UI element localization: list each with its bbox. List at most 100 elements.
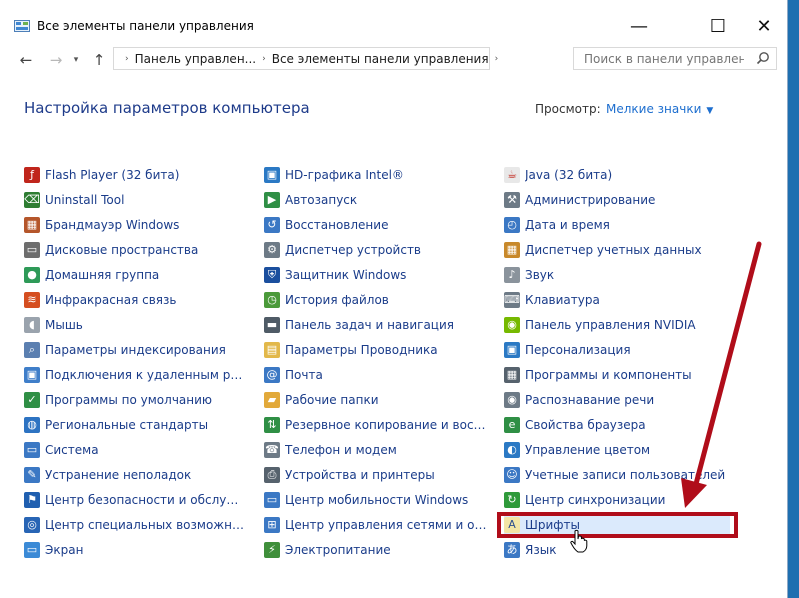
control-panel-item[interactable]: ◉ Распознавание речи xyxy=(504,390,654,410)
control-panel-item[interactable]: ▭ Экран xyxy=(24,540,83,560)
annotation-arrow xyxy=(693,241,762,487)
control-panel-item[interactable]: ▣ Подключения к удаленным рабоч... xyxy=(24,365,248,385)
control-panel-item[interactable]: ▭ Дисковые пространства xyxy=(24,240,198,260)
control-panel-item[interactable]: ⌫ Uninstall Tool xyxy=(24,190,124,210)
control-panel-item[interactable]: ⌨ Клавиатура xyxy=(504,290,600,310)
control-panel-item[interactable]: ✓ Программы по умолчанию xyxy=(24,390,212,410)
mouse-icon: ◖ xyxy=(24,317,40,333)
chevron-down-icon[interactable]: ▼ xyxy=(706,106,713,116)
control-panel-item[interactable]: ▭ Центр мобильности Windows xyxy=(264,490,468,510)
item-label: Свойства браузера xyxy=(525,418,646,432)
up-button[interactable]: ↑ xyxy=(88,50,110,70)
control-panel-item[interactable]: ↺ Восстановление xyxy=(264,215,388,235)
item-label: Автозапуск xyxy=(285,193,358,207)
item-label: Домашняя группа xyxy=(45,268,160,282)
autoplay-icon: ▶ xyxy=(264,192,280,208)
control-panel-item[interactable]: ◖ Мышь xyxy=(24,315,83,335)
address-bar[interactable]: › Панель управлен... › Все элементы пане… xyxy=(113,47,498,70)
control-panel-item[interactable]: ▤ Параметры Проводника xyxy=(264,340,438,360)
breadcrumb-separator[interactable]: › xyxy=(495,54,499,64)
item-label: Диспетчер учетных данных xyxy=(525,243,702,257)
control-panel-item[interactable]: A Шрифты xyxy=(504,515,730,535)
control-panel-item[interactable]: ▰ Рабочие папки xyxy=(264,390,379,410)
control-panel-item[interactable]: ▦ Брандмауэр Windows xyxy=(24,215,179,235)
breadcrumb-control-panel[interactable]: Панель управлен... xyxy=(135,52,257,66)
control-panel-item[interactable]: ◍ Региональные стандарты xyxy=(24,415,208,435)
minimize-button[interactable]: — xyxy=(617,12,661,40)
keyboard-icon: ⌨ xyxy=(504,292,520,308)
item-label: Программы по умолчанию xyxy=(45,393,213,407)
remote-icon: ▣ xyxy=(24,367,40,383)
control-panel-item[interactable]: ⛨ Защитник Windows xyxy=(264,265,406,285)
maximize-button[interactable]: ☐ xyxy=(696,12,740,40)
control-panel-item[interactable]: e Свойства браузера xyxy=(504,415,646,435)
item-label: Восстановление xyxy=(285,218,389,232)
forward-button[interactable]: → xyxy=(45,50,67,70)
control-panel-item[interactable]: ↻ Центр синхронизации xyxy=(504,490,665,510)
mail-icon: @ xyxy=(264,367,280,383)
control-panel-item[interactable]: ◷ История файлов xyxy=(264,290,389,310)
nvidia-icon: ◉ xyxy=(504,317,520,333)
control-panel-item[interactable]: ◴ Дата и время xyxy=(504,215,610,235)
control-panel-item[interactable]: ☎ Телефон и модем xyxy=(264,440,397,460)
back-button[interactable]: ← xyxy=(15,50,37,70)
hand-cursor-icon xyxy=(570,529,588,553)
speech-icon: ◉ xyxy=(504,392,520,408)
control-panel-item[interactable]: ≋ Инфракрасная связь xyxy=(24,290,176,310)
view-by-dropdown[interactable]: Мелкие значки ▼ xyxy=(606,102,713,116)
control-panel-item[interactable]: ⌕ Параметры индексирования xyxy=(24,340,226,360)
control-panel-item[interactable]: ◉ Панель управления NVIDIA xyxy=(504,315,696,335)
item-label: Uninstall Tool xyxy=(45,193,125,207)
control-panel-item[interactable]: ▶ Автозапуск xyxy=(264,190,357,210)
control-panel-item[interactable]: ƒ Flash Player (32 бита) xyxy=(24,165,179,185)
power-icon: ⚡ xyxy=(264,542,280,558)
accessibility-icon: ◎ xyxy=(24,517,40,533)
search-input[interactable] xyxy=(584,51,744,66)
window-title: Все элементы панели управления xyxy=(37,19,254,33)
breadcrumb-separator[interactable]: › xyxy=(262,54,266,64)
control-panel-item[interactable]: ☕ Java (32 бита) xyxy=(504,165,612,185)
control-panel-item[interactable]: ⚑ Центр безопасности и обслуживан... xyxy=(24,490,248,510)
close-button[interactable]: ✕ xyxy=(742,12,786,40)
item-label: Параметры Проводника xyxy=(285,343,438,357)
control-panel-item[interactable]: ♪ Звук xyxy=(504,265,554,285)
flash-icon: ƒ xyxy=(24,167,40,183)
work-folders-icon: ▰ xyxy=(264,392,280,408)
taskbar-icon: ▬ xyxy=(264,317,280,333)
defender-icon: ⛨ xyxy=(264,267,280,283)
default-programs-icon: ✓ xyxy=(24,392,40,408)
control-panel-item[interactable]: あ Язык xyxy=(504,540,556,560)
desktop-background xyxy=(788,0,799,598)
control-panel-item[interactable]: ⇅ Резервное копирование и восстан... xyxy=(264,415,488,435)
control-panel-item[interactable]: ● Домашняя группа xyxy=(24,265,159,285)
control-panel-item[interactable]: ▦ Диспетчер учетных данных xyxy=(504,240,702,260)
control-panel-item[interactable]: ⚒ Администрирование xyxy=(504,190,655,210)
control-panel-item[interactable]: ▣ HD-графика Intel® xyxy=(264,165,404,185)
personalization-icon: ▣ xyxy=(504,342,520,358)
item-label: HD-графика Intel® xyxy=(285,168,404,182)
breadcrumb-separator[interactable]: › xyxy=(125,54,129,64)
recent-locations-button[interactable]: ▾ xyxy=(69,50,83,70)
control-panel-item[interactable]: ▭ Система xyxy=(24,440,99,460)
control-panel-item[interactable]: ✎ Устранение неполадок xyxy=(24,465,191,485)
view-by-value[interactable]: Мелкие значки xyxy=(606,102,701,116)
control-panel-item[interactable]: @ Почта xyxy=(264,365,323,385)
control-panel-item[interactable]: ◎ Центр специальных возможностей xyxy=(24,515,248,535)
control-panel-item[interactable]: ☺ Учетные записи пользователей xyxy=(504,465,725,485)
search-icon[interactable] xyxy=(756,51,770,65)
fonts-icon: A xyxy=(504,517,520,533)
uninstall-icon: ⌫ xyxy=(24,192,40,208)
item-label: Экран xyxy=(45,543,84,557)
recovery-icon: ↺ xyxy=(264,217,280,233)
control-panel-item[interactable]: ⊞ Центр управления сетями и общи... xyxy=(264,515,488,535)
breadcrumb-all-items[interactable]: Все элементы панели управления xyxy=(272,52,489,66)
device-manager-icon: ⚙ xyxy=(264,242,280,258)
control-panel-item[interactable]: ◐ Управление цветом xyxy=(504,440,650,460)
control-panel-item[interactable]: ▦ Программы и компоненты xyxy=(504,365,692,385)
search-box[interactable] xyxy=(573,47,777,70)
control-panel-item[interactable]: ⚡ Электропитание xyxy=(264,540,391,560)
control-panel-item[interactable]: ⚙ Диспетчер устройств xyxy=(264,240,421,260)
control-panel-item[interactable]: ▬ Панель задач и навигация xyxy=(264,315,454,335)
control-panel-item[interactable]: ▣ Персонализация xyxy=(504,340,631,360)
control-panel-item[interactable]: ⎙ Устройства и принтеры xyxy=(264,465,435,485)
